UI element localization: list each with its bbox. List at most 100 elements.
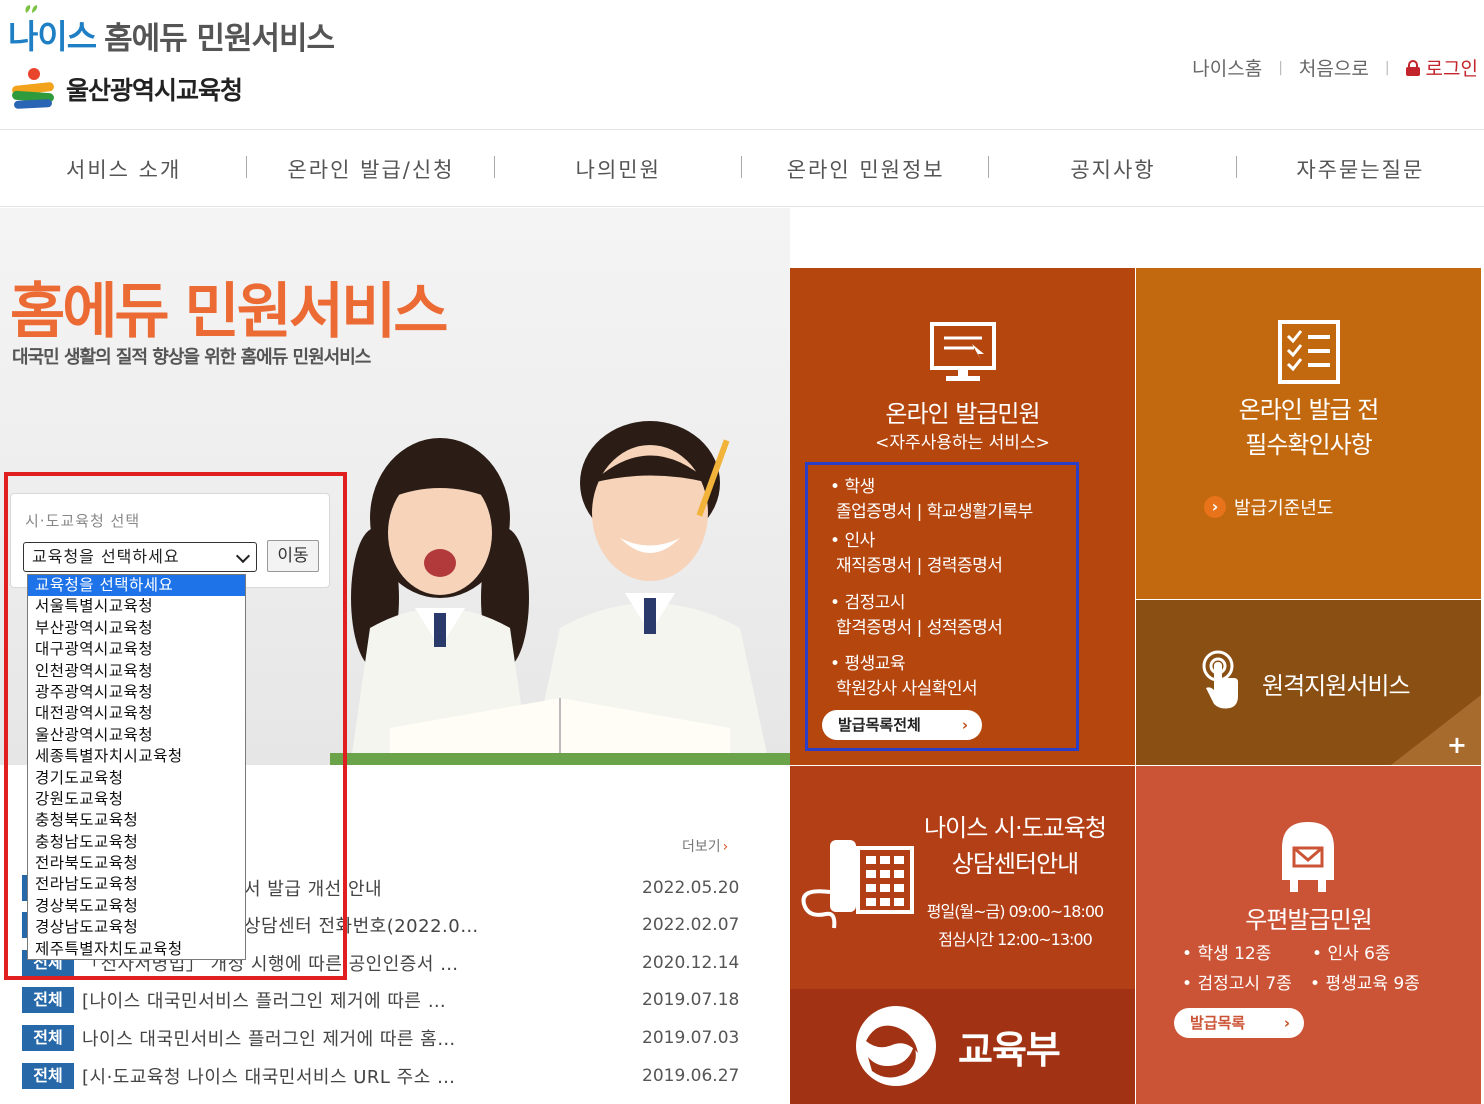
hero-subtitle: 대국민 생활의 질적 향상을 위한 홈에듀 민원서비스 xyxy=(12,347,371,368)
home-link[interactable]: 처음으로 xyxy=(1299,54,1369,81)
office-select-label: 시·도교육청 선택 xyxy=(25,512,141,530)
tile-call-center[interactable]: 나이스 시·도교육청 상담센터안내 평일(월~금) 09:00~18:00 점심… xyxy=(790,766,1135,989)
notice-title: 나이스 대국민서비스 플러그인 제거에 따른 홈… xyxy=(82,1029,456,1050)
site-header: 나이스 홈에듀 민원서비스 울산광역시교육청 나이스홈 | 처음으로 | 로그인 xyxy=(0,0,1484,130)
checklist-icon xyxy=(1278,320,1340,384)
dropdown-option[interactable]: 제주특별자치도교육청 xyxy=(28,939,245,960)
phone-icon xyxy=(801,840,914,929)
dropdown-option[interactable]: 전라북도교육청 xyxy=(28,853,245,874)
divider: | xyxy=(1384,59,1390,76)
dropdown-option[interactable]: 울산광역시교육청 xyxy=(28,725,245,746)
nav-service-intro[interactable]: 서비스 소개 xyxy=(0,154,248,184)
more-link[interactable]: 더보기 xyxy=(682,836,728,856)
tile-postal-issue[interactable]: 우편발급민원 • 학생 12종 • 인사 6종 • 검정고시 7종 • 평생교육… xyxy=(1136,766,1481,1104)
main-nav: 서비스 소개 온라인 발급/신청 나의민원 온라인 민원정보 공지사항 자주묻는… xyxy=(0,131,1484,207)
postal-list-button[interactable]: 발급목록 › xyxy=(1174,1008,1304,1038)
dropdown-option[interactable]: 경기도교육청 xyxy=(28,768,245,789)
chevron-right-icon: › xyxy=(1283,1014,1290,1032)
hero-title: 홈에듀 민원서비스 xyxy=(10,277,448,347)
postal-item: • 학생 12종 xyxy=(1182,944,1272,964)
lock-icon xyxy=(1405,59,1420,76)
nav-online-info[interactable]: 온라인 민원정보 xyxy=(742,154,990,184)
top-links: 나이스홈 | 처음으로 | 로그인 xyxy=(1192,54,1478,81)
dropdown-option[interactable]: 전라남도교육청 xyxy=(28,874,245,895)
dropdown-option[interactable]: 교육청을 선택하세요 xyxy=(28,575,245,597)
notice-date: 2019.07.18 xyxy=(642,990,740,1010)
logo-title: 홈에듀 민원서비스 xyxy=(104,21,335,57)
postal-item: • 검정고시 7종 xyxy=(1182,974,1292,994)
mailbox-icon xyxy=(1282,822,1334,892)
tile-online-subtitle: <자주사용하는 서비스> xyxy=(875,433,1050,453)
service-group-personnel[interactable]: 인사 재직증명서 | 경력증명서 xyxy=(830,529,1003,579)
notice-tag: 전체 xyxy=(22,1025,74,1051)
notice-date: 2020.12.14 xyxy=(642,953,740,973)
plus-icon[interactable]: + xyxy=(1447,731,1467,759)
service-group-exam[interactable]: 검정고시 합격증명서 | 성적증명서 xyxy=(830,591,1003,641)
ministry-label: 교육부 xyxy=(958,1028,1061,1072)
issue-year-link[interactable]: › 발급기준년도 xyxy=(1204,494,1333,520)
divider: | xyxy=(1278,59,1283,76)
org-name: 울산광역시교육청 xyxy=(66,76,243,105)
notice-row[interactable]: 전체 [시·도교육청 나이스 대국민서비스 URL 주소 … 2019.06.2… xyxy=(22,1061,742,1091)
dropdown-option[interactable]: 경상남도교육청 xyxy=(28,917,245,938)
all-issue-list-button[interactable]: 발급목록전체 › xyxy=(822,710,982,740)
dropdown-option[interactable]: 경상북도교육청 xyxy=(28,896,245,917)
go-button[interactable]: 이동 xyxy=(267,540,319,572)
notice-date: 2019.07.03 xyxy=(642,1028,740,1048)
tile-postal-title: 우편발급민원 xyxy=(1245,906,1372,934)
notice-date: 2019.06.27 xyxy=(642,1066,740,1086)
chevron-down-icon xyxy=(235,548,251,564)
notice-title: [나이스 대국민서비스 플러그인 제거에 따른 … xyxy=(82,991,447,1012)
dropdown-option[interactable]: 인천광역시교육청 xyxy=(28,661,245,682)
notice-row[interactable]: 전체 나이스 대국민서비스 플러그인 제거에 따른 홈… 2019.07.03 xyxy=(22,1023,742,1053)
tile-online-title: 온라인 발급민원 xyxy=(885,400,1040,428)
postal-item: • 인사 6종 xyxy=(1312,944,1391,964)
dropdown-option[interactable]: 서울특별시교육청 xyxy=(28,596,245,617)
arrow-circle-icon: › xyxy=(1204,496,1226,518)
neis-logo: 나이스 xyxy=(8,5,97,58)
dropdown-option[interactable]: 충청북도교육청 xyxy=(28,810,245,831)
nav-online-issue[interactable]: 온라인 발급/신청 xyxy=(247,154,495,184)
weekday-hours: 평일(월~금) 09:00~18:00 xyxy=(926,902,1104,921)
notice-title: 상담센터 전화번호(2022.0… xyxy=(244,916,479,937)
tile-check-title-1: 온라인 발급 전 xyxy=(1238,396,1380,424)
notice-tag: 전체 xyxy=(22,1063,74,1089)
nav-my-requests[interactable]: 나의민원 xyxy=(495,154,743,184)
notice-title: 서 발급 개선 안내 xyxy=(244,879,383,900)
neis-home-link[interactable]: 나이스홈 xyxy=(1192,54,1262,81)
dropdown-option[interactable]: 충청남도교육청 xyxy=(28,832,245,853)
notice-title: [시·도교육청 나이스 대국민서비스 URL 주소 … xyxy=(82,1067,456,1088)
notice-row[interactable]: 전체 [나이스 대국민서비스 플러그인 제거에 따른 … 2019.07.18 xyxy=(22,985,742,1015)
tile-remote-title: 원격지원서비스 xyxy=(1262,672,1411,700)
tile-ministry-of-education[interactable]: 교육부 xyxy=(790,989,1135,1104)
nav-faq[interactable]: 자주묻는질문 xyxy=(1237,154,1484,184)
notice-tag: 전체 xyxy=(22,987,74,1013)
notice-date: 2022.02.07 xyxy=(642,915,740,935)
chevron-right-icon: › xyxy=(961,716,968,734)
site-logo[interactable]: 나이스 홈에듀 민원서비스 xyxy=(8,5,335,58)
dropdown-option[interactable]: 광주광역시교육청 xyxy=(28,682,245,703)
corner-decoration xyxy=(1391,695,1481,765)
touch-icon xyxy=(1202,650,1238,709)
dropdown-option[interactable]: 부산광역시교육청 xyxy=(28,618,245,639)
office-dropdown-list: 교육청을 선택하세요 서울특별시교육청 부산광역시교육청 대구광역시교육청 인천… xyxy=(27,574,246,960)
tile-call-title-2: 상담센터안내 xyxy=(951,850,1079,878)
service-group-student[interactable]: 학생 졸업증명서 | 학교생활기록부 xyxy=(830,475,1033,525)
tile-remote-support[interactable]: 원격지원서비스 + xyxy=(1136,600,1481,765)
dropdown-option[interactable]: 대구광역시교육청 xyxy=(28,639,245,660)
org-logo[interactable]: 울산광역시교육청 xyxy=(10,68,243,110)
ulsan-emblem-icon xyxy=(10,68,56,110)
tile-call-title-1: 나이스 시·도교육청 xyxy=(924,814,1107,842)
nav-notices[interactable]: 공지사항 xyxy=(989,154,1237,184)
tile-prerequisite[interactable]: 온라인 발급 전 필수확인사항 › 발급기준년도 xyxy=(1136,268,1481,599)
dropdown-option[interactable]: 세종특별자치시교육청 xyxy=(28,746,245,767)
office-select[interactable]: 교육청을 선택하세요 xyxy=(23,542,257,572)
postal-item: • 평생교육 9종 xyxy=(1310,974,1420,994)
dropdown-option[interactable]: 대전광역시교육청 xyxy=(28,703,245,724)
lunch-hours: 점심시간 12:00~13:00 xyxy=(938,930,1093,949)
tile-check-title-2: 필수확인사항 xyxy=(1245,431,1372,459)
dropdown-option[interactable]: 강원도교육청 xyxy=(28,789,245,810)
login-link[interactable]: 로그인 xyxy=(1405,54,1478,81)
monitor-icon xyxy=(930,322,996,381)
service-group-lifelong[interactable]: 평생교육 학원강사 사실확인서 xyxy=(830,652,978,702)
